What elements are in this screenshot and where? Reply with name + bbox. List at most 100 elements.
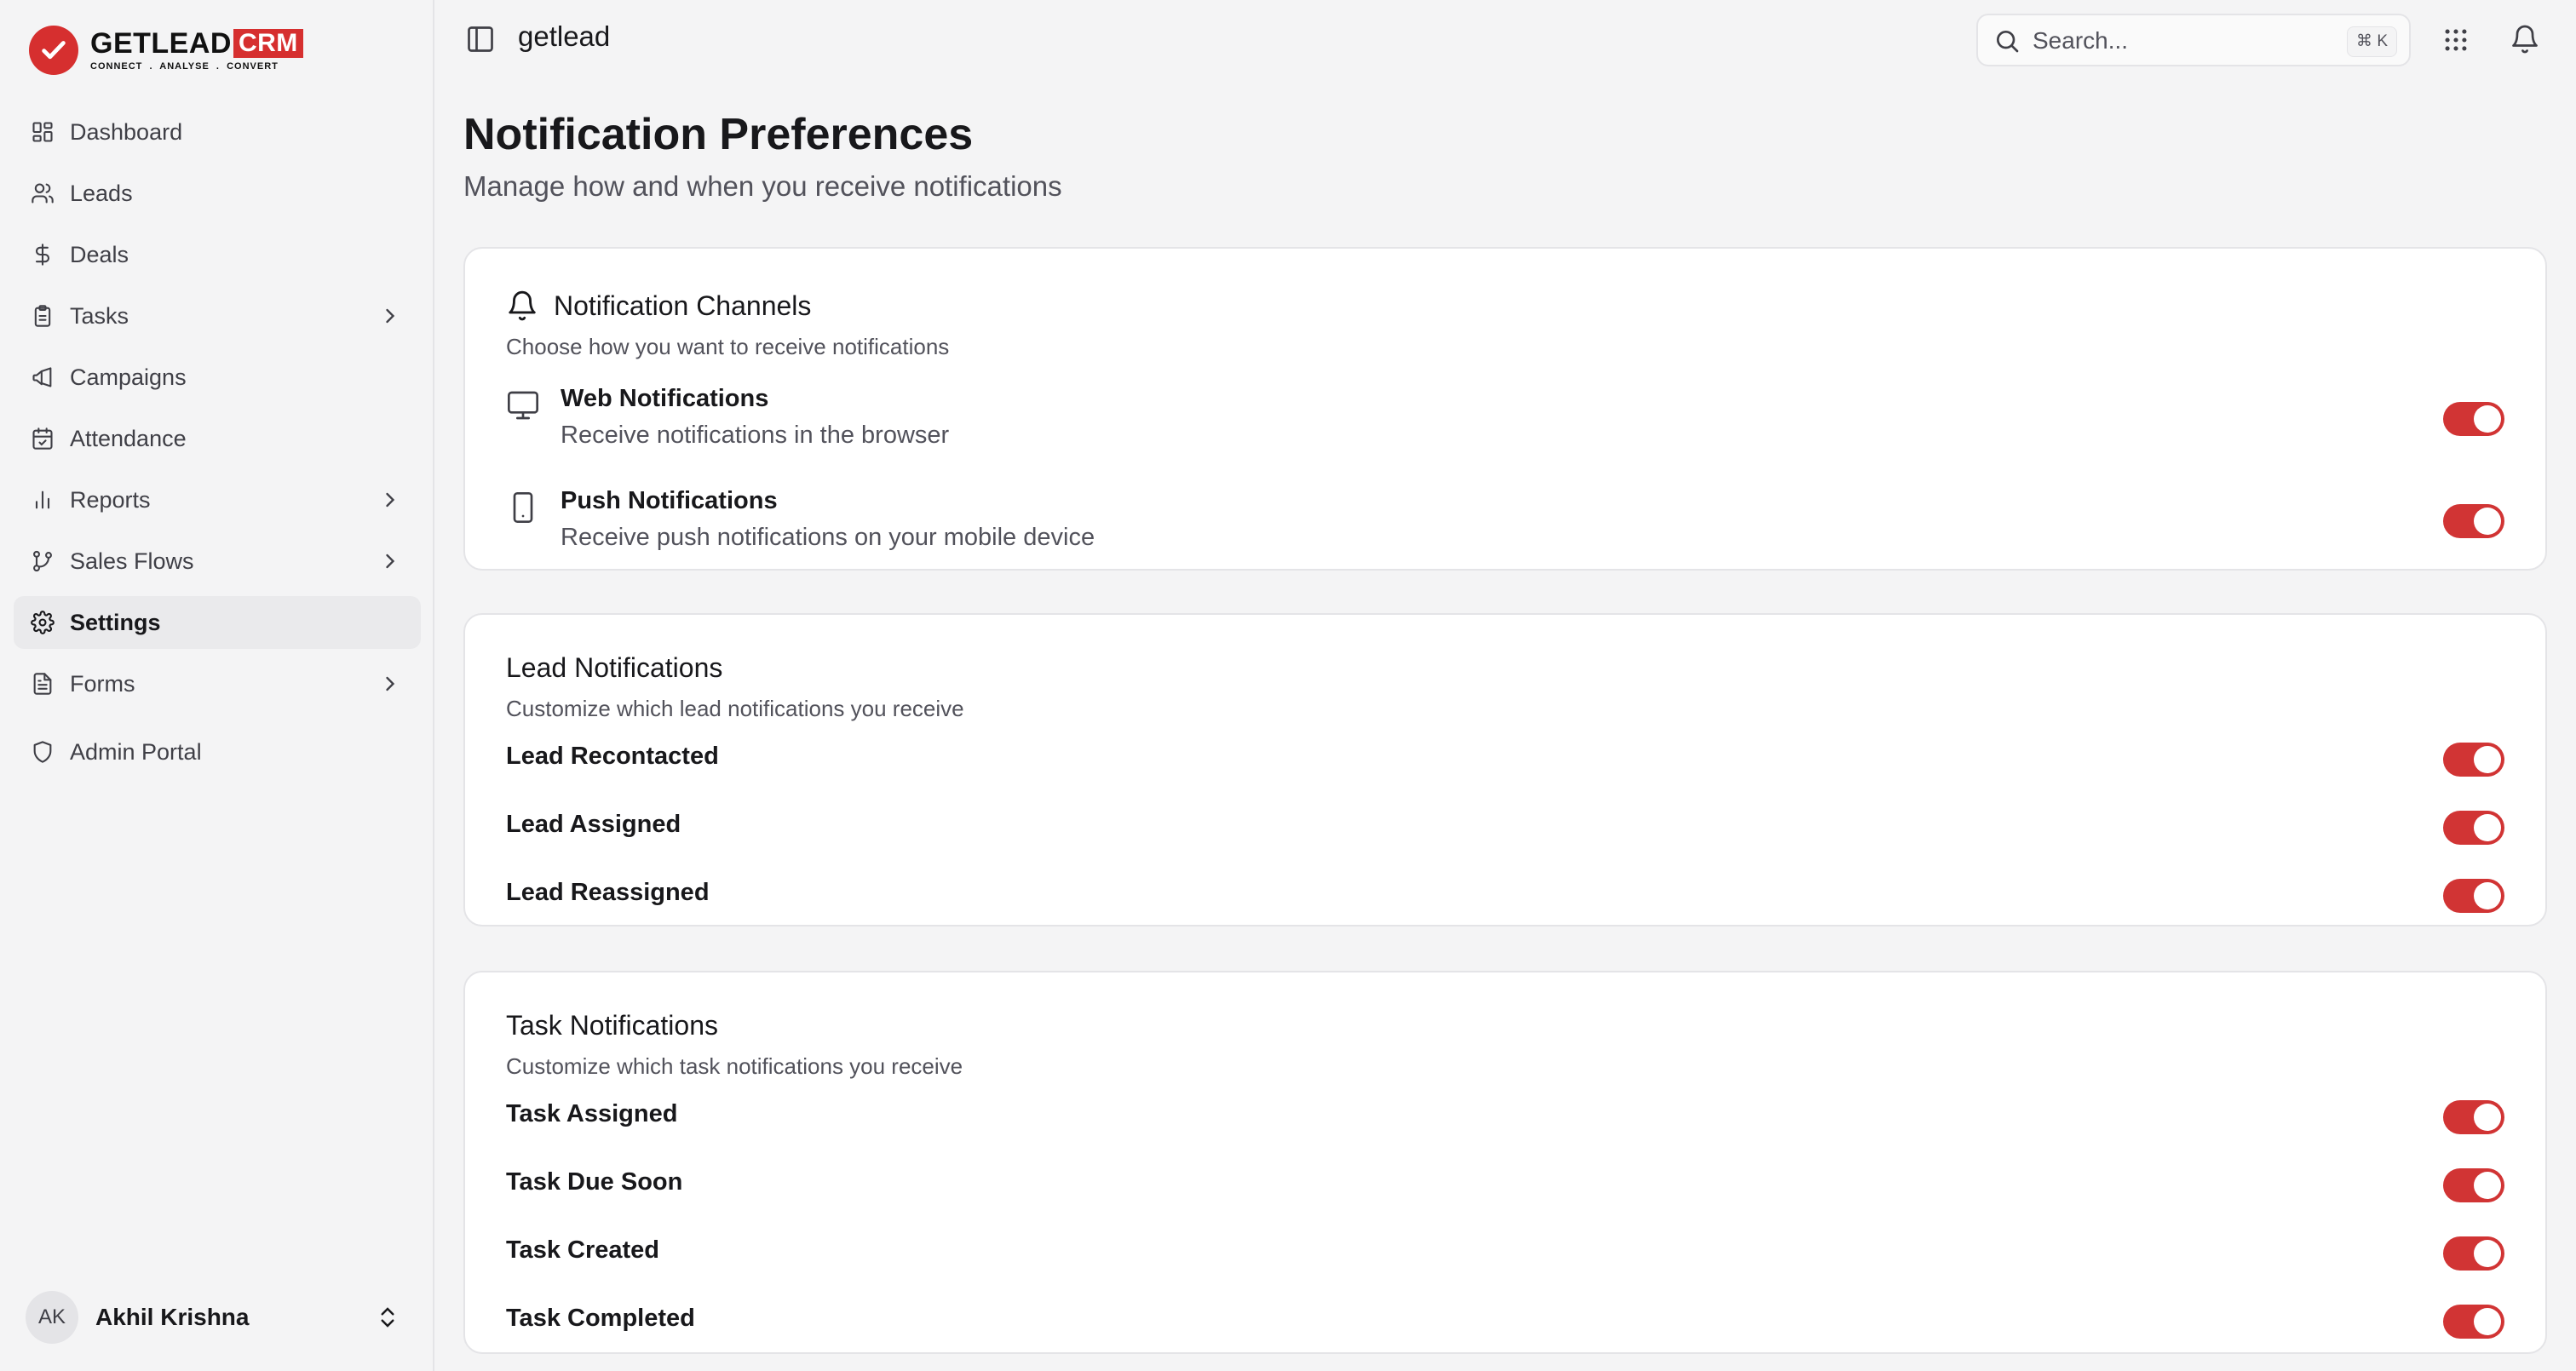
sidebar-item-label: Campaigns: [70, 364, 187, 390]
brand-crm: CRM: [233, 29, 303, 58]
search-placeholder: Search...: [2033, 27, 2129, 54]
notification-channels-card: Notification Channels Choose how you wan…: [463, 247, 2547, 571]
sidebar-toggle-icon[interactable]: [465, 24, 496, 54]
task-due-soon-row: Task Due Soon: [506, 1168, 2504, 1206]
bell-icon: [509, 290, 536, 321]
web-notifications-toggle[interactable]: [2443, 402, 2504, 436]
user-menu[interactable]: AK Akhil Krishna: [26, 1288, 409, 1347]
card-title: Lead Notifications: [506, 652, 723, 683]
chevron-right-icon: [386, 676, 395, 691]
setting-label: Task Created: [506, 1236, 659, 1264]
channel-row-push: Push Notifications Receive push notifica…: [506, 487, 2504, 559]
push-notifications-toggle[interactable]: [2443, 504, 2504, 538]
task-notifications-card: Task Notifications Customize which task …: [463, 971, 2547, 1354]
dollar-icon: [29, 241, 56, 268]
bell-icon[interactable]: [2510, 24, 2540, 54]
search-icon: [1997, 31, 2019, 53]
getlead-logo[interactable]: GETLEAD CRM CONNECT . ANALYSE . CONVERT: [29, 26, 303, 75]
git-branch-icon: [29, 548, 56, 575]
setting-label: Lead Recontacted: [506, 743, 719, 770]
gear-icon: [29, 609, 56, 636]
channel-title: Push Notifications: [561, 487, 778, 514]
chevron-right-icon: [386, 492, 395, 508]
lead-assigned-toggle[interactable]: [2443, 811, 2504, 845]
sidebar-item-sales-flows[interactable]: Sales Flows: [14, 535, 421, 588]
file-text-icon: [29, 670, 56, 697]
toggle-knob: [2474, 1172, 2501, 1199]
page-title: Notification Preferences: [463, 110, 974, 159]
task-assigned-toggle[interactable]: [2443, 1100, 2504, 1134]
channel-subtitle: Receive notifications in the browser: [561, 422, 950, 449]
clipboard-icon: [29, 302, 56, 330]
sidebar-item-forms[interactable]: Forms: [14, 657, 421, 710]
sidebar-nav: Dashboard Leads Deals Tasks Campaigns At…: [14, 106, 421, 787]
setting-label: Task Due Soon: [506, 1168, 683, 1196]
card-description: Choose how you want to receive notificat…: [506, 334, 950, 359]
sidebar-item-tasks[interactable]: Tasks: [14, 290, 421, 342]
task-completed-toggle[interactable]: [2443, 1305, 2504, 1339]
sidebar-item-label: Sales Flows: [70, 548, 194, 574]
search-shortcut-badge: ⌘ K: [2347, 26, 2397, 57]
sidebar-item-settings[interactable]: Settings: [14, 596, 421, 649]
lead-recontacted-toggle[interactable]: [2443, 743, 2504, 777]
user-name: Akhil Krishna: [95, 1304, 250, 1330]
toggle-knob: [2474, 508, 2501, 535]
setting-label: Lead Reassigned: [506, 879, 710, 906]
shield-icon: [29, 738, 56, 766]
toggle-knob: [2474, 1104, 2501, 1131]
sidebar-item-reports[interactable]: Reports: [14, 473, 421, 526]
chevrons-up-down-icon: [381, 1307, 394, 1328]
top-bar: getlead Search... ⌘ K: [436, 0, 2576, 80]
sidebar-item-label: Admin Portal: [70, 738, 202, 765]
lead-assigned-row: Lead Assigned: [506, 811, 2504, 848]
sidebar-item-leads[interactable]: Leads: [14, 167, 421, 220]
sidebar-item-label: Deals: [70, 241, 129, 267]
sidebar-item-attendance[interactable]: Attendance: [14, 412, 421, 465]
breadcrumb[interactable]: getlead: [518, 20, 610, 53]
chevron-right-icon: [386, 308, 395, 324]
task-created-toggle[interactable]: [2443, 1236, 2504, 1271]
card-title: Notification Channels: [554, 290, 812, 321]
toggle-knob: [2474, 814, 2501, 841]
lead-recontacted-row: Lead Recontacted: [506, 743, 2504, 780]
page-subtitle: Manage how and when you receive notifica…: [463, 170, 1062, 202]
lead-reassigned-toggle[interactable]: [2443, 879, 2504, 913]
task-due-soon-toggle[interactable]: [2443, 1168, 2504, 1202]
smartphone-icon: [513, 492, 533, 523]
card-description: Customize which task notifications you r…: [506, 1053, 963, 1079]
avatar: AK: [26, 1291, 78, 1344]
setting-label: Lead Assigned: [506, 811, 681, 838]
calendar-check-icon: [29, 425, 56, 452]
monitor-icon: [508, 391, 538, 420]
users-icon: [29, 180, 56, 207]
sidebar-item-admin-portal[interactable]: Admin Portal: [14, 726, 421, 778]
channel-row-web: Web Notifications Receive notifications …: [506, 385, 2504, 456]
setting-label: Task Assigned: [506, 1100, 678, 1127]
apps-grid-icon[interactable]: [2441, 26, 2470, 54]
toggle-knob: [2474, 405, 2501, 433]
toggle-knob: [2474, 882, 2501, 909]
setting-label: Task Completed: [506, 1305, 695, 1332]
task-created-row: Task Created: [506, 1236, 2504, 1274]
sidebar-item-label: Tasks: [70, 302, 129, 329]
sidebar: GETLEAD CRM CONNECT . ANALYSE . CONVERT …: [0, 0, 434, 1371]
main-content: Notification Preferences Manage how and …: [463, 80, 2547, 1354]
sidebar-item-label: Dashboard: [70, 118, 183, 145]
bar-chart-icon: [29, 486, 56, 513]
megaphone-icon: [29, 364, 56, 391]
task-completed-row: Task Completed: [506, 1305, 2504, 1342]
toggle-knob: [2474, 1308, 2501, 1335]
sidebar-item-deals[interactable]: Deals: [14, 228, 421, 281]
card-description: Customize which lead notifications you r…: [506, 696, 964, 721]
sidebar-item-campaigns[interactable]: Campaigns: [14, 351, 421, 404]
brand-tagline: CONNECT . ANALYSE . CONVERT: [90, 61, 279, 72]
card-title: Task Notifications: [506, 1010, 718, 1041]
sidebar-item-label: Attendance: [70, 425, 187, 451]
toggle-knob: [2474, 746, 2501, 773]
sidebar-item-label: Settings: [70, 609, 161, 635]
chevron-right-icon: [386, 554, 395, 569]
lead-notifications-card: Lead Notifications Customize which lead …: [463, 613, 2547, 926]
search-input[interactable]: Search... ⌘ K: [1976, 14, 2411, 66]
sidebar-item-label: Reports: [70, 486, 151, 513]
sidebar-item-dashboard[interactable]: Dashboard: [14, 106, 421, 158]
